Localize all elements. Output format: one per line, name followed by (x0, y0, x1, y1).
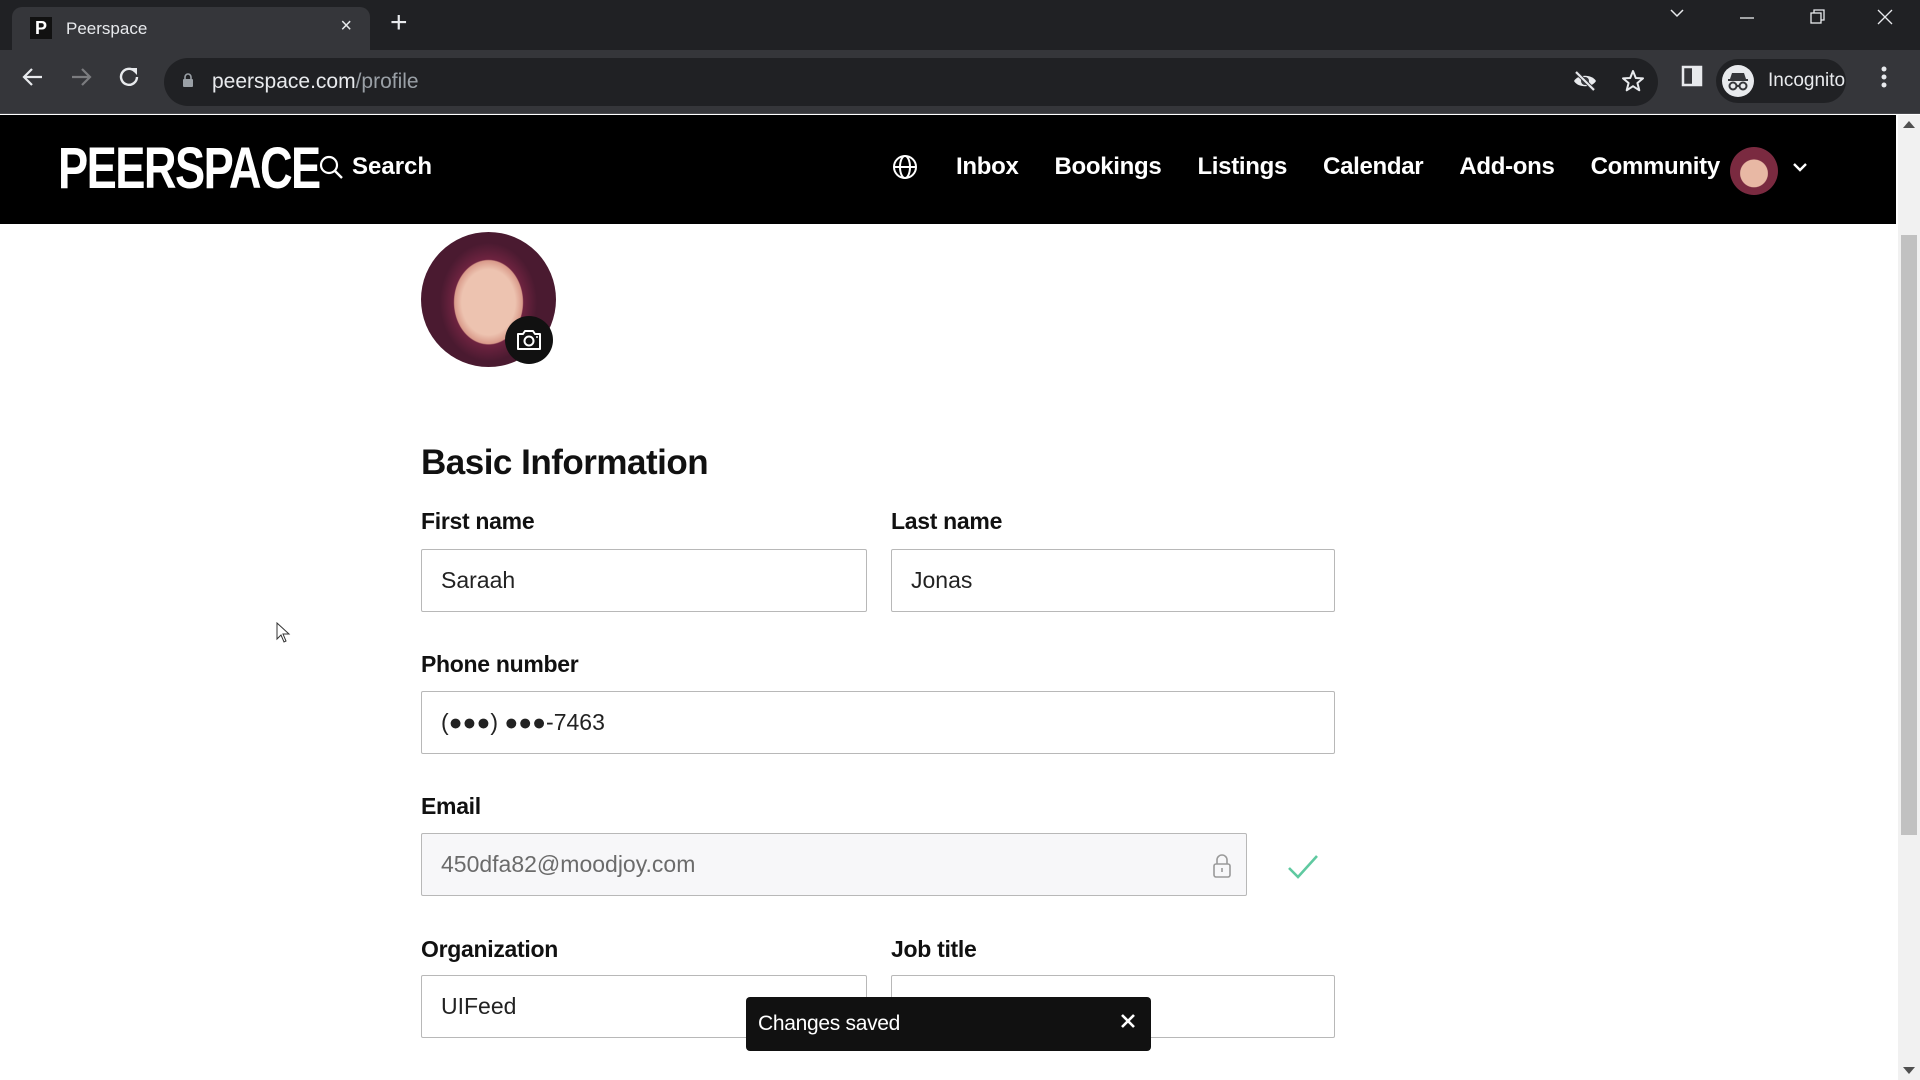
restore-button[interactable] (1808, 8, 1826, 32)
nav-inbox[interactable]: Inbox (956, 153, 1019, 181)
mouse-cursor-icon (276, 622, 291, 643)
section-title: Basic Information (421, 443, 709, 482)
last-name-label: Last name (891, 508, 1003, 534)
new-tab-button[interactable]: + (390, 8, 408, 38)
verified-check-icon (1288, 855, 1318, 879)
url-domain: peerspace.com (212, 70, 356, 93)
peerspace-logo[interactable]: PEERSPACE (58, 139, 321, 199)
side-panel-icon (1681, 65, 1703, 87)
url-path: /profile (355, 70, 419, 93)
first-name-input[interactable] (441, 567, 847, 594)
user-avatar[interactable] (1730, 147, 1778, 195)
toast-close-button[interactable] (1119, 1011, 1137, 1035)
nav-add-ons[interactable]: Add-ons (1459, 153, 1555, 181)
browser-tab-strip: P Peerspace × + (0, 0, 1920, 50)
language-button[interactable] (892, 154, 918, 180)
phone-field[interactable] (421, 691, 1335, 754)
side-panel-button[interactable] (1680, 64, 1704, 94)
address-bar[interactable]: peerspace.com/profile (164, 58, 1658, 106)
nav-calendar[interactable]: Calendar (1323, 153, 1424, 181)
nav-community[interactable]: Community (1591, 153, 1721, 181)
peerspace-favicon-icon: P (30, 17, 52, 39)
chevron-down-icon (1670, 9, 1684, 18)
page-scrollbar[interactable] (1898, 115, 1920, 1080)
window-close-button[interactable] (1876, 8, 1894, 32)
user-menu-toggle[interactable] (1790, 157, 1810, 182)
lock-icon (183, 73, 193, 87)
scroll-thumb[interactable] (1901, 235, 1917, 835)
restore-icon (1810, 9, 1825, 24)
email-input[interactable] (441, 851, 1227, 878)
tab-search-button[interactable] (1668, 4, 1686, 28)
main-nav: Inbox Bookings Listings Calendar Add-ons… (892, 153, 1756, 181)
search-icon (319, 155, 343, 179)
bookmark-star-button[interactable] (1620, 68, 1646, 100)
chevron-down-icon (1793, 163, 1807, 172)
email-field[interactable] (421, 833, 1247, 896)
globe-icon (893, 155, 917, 179)
tab-close-button[interactable]: × (340, 15, 352, 38)
toast-message: Changes saved (758, 1012, 901, 1035)
job-title-label: Job title (891, 936, 977, 962)
browser-menu-button[interactable] (1880, 64, 1888, 97)
close-icon (1121, 1014, 1135, 1028)
nav-bookings[interactable]: Bookings (1055, 153, 1162, 181)
profile-photo (421, 232, 556, 367)
email-label: Email (421, 793, 481, 819)
minimize-icon (1740, 17, 1754, 19)
star-icon (1622, 70, 1644, 92)
forward-button[interactable] (68, 64, 94, 96)
incognito-profile-button[interactable]: Incognito (1716, 59, 1846, 103)
site-header: PEERSPACE Search Inbox Bookings Listings… (0, 115, 1896, 224)
incognito-label: Incognito (1768, 70, 1846, 91)
camera-icon (517, 330, 541, 350)
eye-slash-icon (1574, 70, 1596, 92)
last-name-field[interactable] (891, 549, 1335, 612)
minimize-button[interactable] (1738, 8, 1756, 32)
more-vertical-icon (1881, 66, 1887, 88)
search-label: Search (352, 153, 433, 180)
arrow-right-icon (72, 68, 92, 86)
browser-toolbar: peerspace.com/profile Incognito (0, 50, 1920, 114)
change-photo-button[interactable] (505, 316, 553, 364)
organization-label: Organization (421, 936, 558, 962)
scroll-down-arrow-icon[interactable] (1903, 1067, 1915, 1074)
search-link[interactable]: Search (318, 153, 432, 181)
nav-listings[interactable]: Listings (1197, 153, 1287, 181)
first-name-field[interactable] (421, 549, 867, 612)
browser-tab[interactable]: P Peerspace × (12, 7, 370, 50)
phone-input[interactable] (441, 709, 1315, 736)
tab-title: Peerspace (66, 19, 148, 38)
lock-icon (1213, 854, 1231, 878)
last-name-input[interactable] (911, 567, 1315, 594)
back-button[interactable] (20, 64, 46, 96)
phone-label: Phone number (421, 651, 579, 677)
scroll-up-arrow-icon[interactable] (1903, 121, 1915, 128)
reload-button[interactable] (116, 64, 142, 96)
changes-saved-toast: Changes saved (746, 997, 1151, 1051)
first-name-label: First name (421, 508, 535, 534)
url-text[interactable]: peerspace.com/profile (212, 70, 419, 94)
tracking-protection-button[interactable] (1572, 68, 1598, 100)
reload-icon (119, 67, 139, 86)
arrow-left-icon (22, 68, 42, 86)
incognito-icon (1722, 65, 1754, 97)
close-icon (1877, 9, 1893, 25)
